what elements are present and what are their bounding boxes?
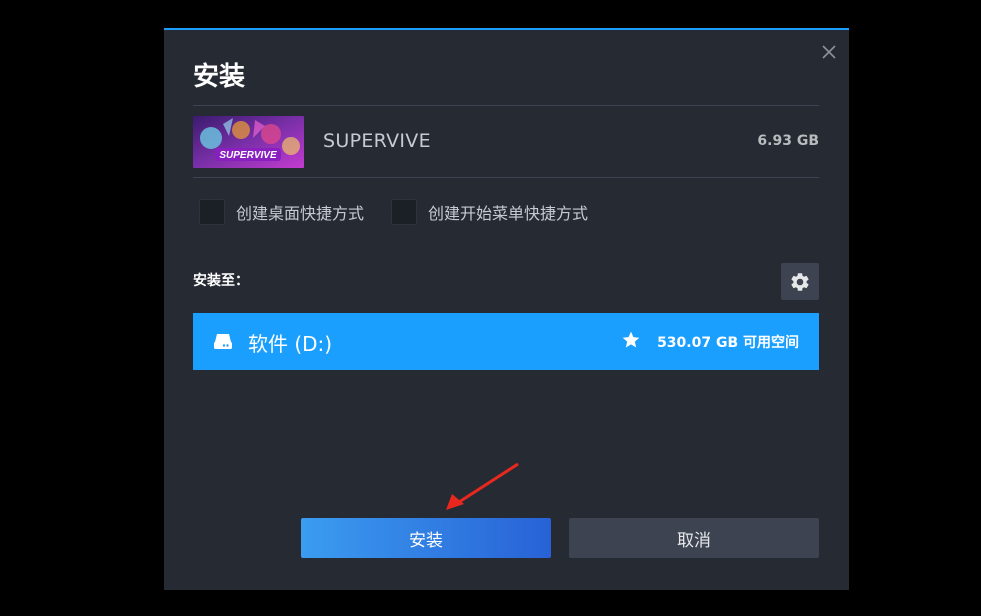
cancel-button[interactable]: 取消 xyxy=(569,518,819,558)
drive-name: 软件 (D:) xyxy=(248,332,333,356)
desktop-shortcut-checkbox[interactable] xyxy=(199,199,225,225)
close-icon xyxy=(822,45,836,59)
drive-free-space: 530.07 GB 可用空间 xyxy=(657,335,799,351)
game-name: SUPERVIVE xyxy=(323,130,431,152)
desktop-shortcut-option[interactable]: 创建桌面快捷方式 xyxy=(199,197,364,227)
divider xyxy=(193,105,819,106)
install-button[interactable]: 安装 xyxy=(301,518,551,558)
thumbnail-logo-text: SUPERVIVE xyxy=(219,150,277,161)
dialog-title: 安装 xyxy=(193,62,246,92)
divider xyxy=(193,177,819,178)
install-location-label: 安装至： xyxy=(193,273,249,289)
desktop-shortcut-label: 创建桌面快捷方式 xyxy=(236,204,365,223)
close-button[interactable] xyxy=(819,42,839,62)
start-menu-shortcut-label: 创建开始菜单快捷方式 xyxy=(428,204,589,223)
storage-settings-button[interactable] xyxy=(781,263,819,300)
game-size: 6.93 GB xyxy=(757,133,819,149)
start-menu-shortcut-checkbox[interactable] xyxy=(391,199,417,225)
game-thumbnail: SUPERVIVE xyxy=(193,116,304,168)
drive-selector[interactable]: 软件 (D:) 530.07 GB 可用空间 xyxy=(193,313,819,370)
game-row: SUPERVIVE SUPERVIVE 6.93 GB xyxy=(193,116,819,168)
hard-drive-icon xyxy=(214,334,232,349)
star-icon xyxy=(622,331,640,348)
annotation-arrow-icon xyxy=(446,462,519,510)
start-menu-shortcut-option[interactable]: 创建开始菜单快捷方式 xyxy=(391,197,588,227)
gear-icon xyxy=(791,272,809,291)
install-dialog: 安装 SUPERVIVE SUPERVIVE 6.93 GB 创建桌面快捷方式 … xyxy=(164,28,849,590)
